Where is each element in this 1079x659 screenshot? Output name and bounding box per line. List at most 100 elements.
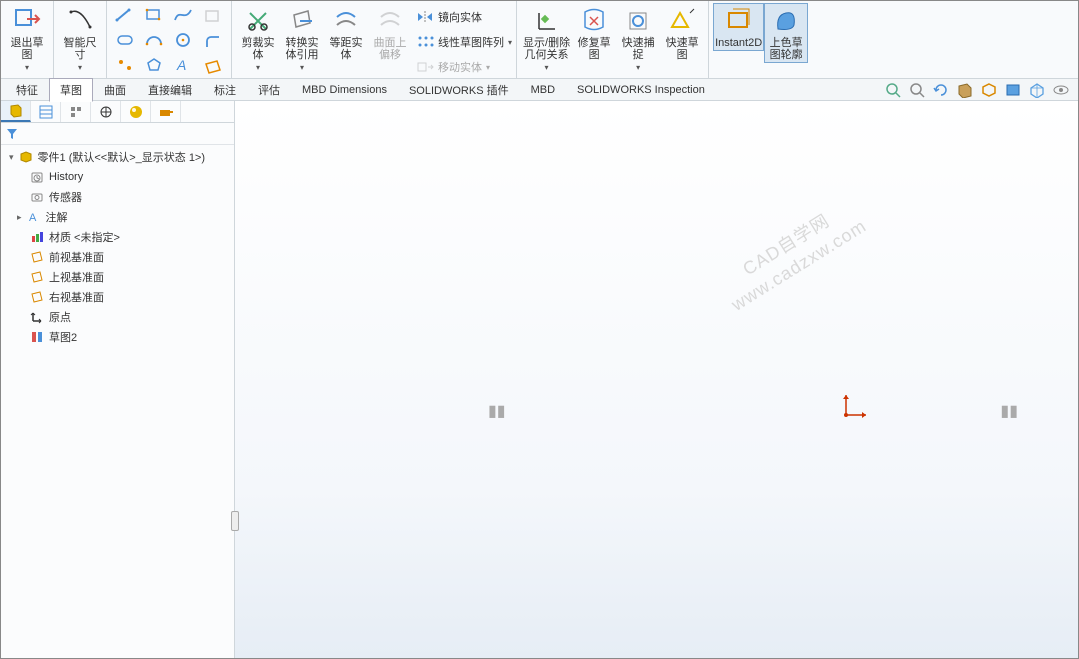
point-tool-button[interactable] [111, 53, 139, 77]
tab-mbd-dimensions[interactable]: MBD Dimensions [291, 80, 398, 100]
sensors-icon [29, 189, 45, 205]
instant2d-button[interactable]: Instant2D [713, 3, 764, 51]
fillet-tool-button[interactable] [199, 30, 227, 54]
sketch-origin-marker [840, 391, 870, 421]
history-icon [29, 169, 45, 185]
front-plane-label: 前视基准面 [49, 249, 104, 265]
origin-label: 原点 [49, 309, 71, 325]
tab-features[interactable]: 特征 [5, 78, 49, 102]
watermark-line1: CAD自学网 [714, 194, 858, 297]
tab-sketch[interactable]: 草图 [49, 78, 93, 102]
group-relations: 显示/删除 几何关系 ▾ 修复草 图 快速捕 捉 ▾ 快速草 图 [517, 1, 709, 79]
tab-evaluate[interactable]: 评估 [247, 78, 291, 102]
group-instant: Instant2D 上色草 图轮廓 [709, 1, 812, 79]
svg-text:A: A [29, 212, 37, 224]
edit-appearance-icon[interactable] [1052, 81, 1070, 99]
decorative-bars-left: ▮▮ [488, 401, 506, 421]
offset-icon [332, 7, 360, 35]
tree-root-part[interactable]: ▾ 零件1 (默认<<默认>_显示状态 1>) [1, 147, 234, 167]
part-name-label: 零件1 (默认<<默认>_显示状态 1>) [38, 149, 206, 165]
instant2d-icon [725, 7, 753, 35]
decorative-bars-right: ▮▮ [1000, 401, 1018, 421]
linear-pattern-button[interactable]: 线性草图阵列 ▾ [416, 30, 512, 54]
display-manager-tab[interactable] [121, 101, 151, 122]
tree-right-plane[interactable]: 右视基准面 [1, 287, 234, 307]
line-tool-button[interactable] [111, 3, 139, 27]
view-orientation-icon[interactable] [980, 81, 998, 99]
main-area: ▾ 零件1 (默认<<默认>_显示状态 1>) History 传感器 ▸ A … [1, 101, 1078, 658]
panel-splitter-handle[interactable] [231, 511, 239, 531]
tree-history[interactable]: History [1, 167, 234, 187]
tab-sw-addins[interactable]: SOLIDWORKS 插件 [398, 78, 520, 102]
trim-label: 剪裁实 体 [242, 37, 275, 61]
group-dimension: 智能尺 寸 ▾ [54, 1, 107, 79]
heads-up-view-toolbar [884, 77, 1070, 103]
configuration-manager-tab[interactable] [61, 101, 91, 122]
mirror-entities-button[interactable]: 镜向实体 [416, 5, 512, 29]
hide-show-icon[interactable] [1028, 81, 1046, 99]
quick-snap-button[interactable]: 快速捕 捉 ▾ [616, 3, 660, 74]
slot-tool-button[interactable] [111, 28, 139, 52]
tree-filter-row[interactable] [1, 123, 234, 145]
manager-tab-strip [1, 101, 234, 123]
command-manager-tabs: 特征 草图 曲面 直接编辑 标注 评估 MBD Dimensions SOLID… [1, 79, 1078, 101]
previous-view-icon[interactable] [932, 81, 950, 99]
watermark-line2: www.cadzxw.com [727, 214, 871, 317]
convert-label: 转换实 体引用 [286, 37, 319, 61]
tree-sketch2[interactable]: 草图2 [1, 327, 234, 347]
text-tool-button[interactable]: A [169, 53, 197, 77]
tree-origin[interactable]: 原点 [1, 307, 234, 327]
move-label: 移动实体 [438, 59, 482, 75]
feature-manager-tab[interactable] [1, 101, 31, 122]
spline-tool-button[interactable] [169, 3, 197, 27]
snap-icon [624, 7, 652, 35]
tab-mbd[interactable]: MBD [520, 80, 566, 100]
section-view-icon[interactable] [956, 81, 974, 99]
plane-tool-button[interactable] [199, 55, 227, 79]
svg-text:A: A [176, 57, 186, 73]
offset-entities-button[interactable]: 等距实 体 [324, 3, 368, 63]
polygon-tool-button[interactable] [140, 53, 168, 77]
smart-dimension-label: 智能尺 寸 [64, 37, 97, 61]
tree-annotations[interactable]: ▸ A 注解 [1, 207, 234, 227]
surface-offset-icon [376, 7, 404, 35]
shade-contour-button[interactable]: 上色草 图轮廓 [764, 3, 808, 63]
tab-markup[interactable]: 标注 [203, 78, 247, 102]
ellipse-tool-button[interactable] [199, 5, 227, 29]
show-relations-button[interactable]: 显示/删除 几何关系 ▾ [521, 3, 572, 74]
graphics-area[interactable]: CAD自学网 www.cadzxw.com ▮▮ ▮▮ [235, 101, 1078, 658]
cam-manager-tab[interactable] [151, 101, 181, 122]
tree-front-plane[interactable]: 前视基准面 [1, 247, 234, 267]
repair-sketch-button[interactable]: 修复草 图 [572, 3, 616, 63]
trim-button[interactable]: 剪裁实 体 ▾ [236, 3, 280, 74]
filter-icon [5, 127, 19, 141]
exit-sketch-button[interactable]: 退出草 图 ▾ [5, 3, 49, 74]
display-style-icon[interactable] [1004, 81, 1022, 99]
watermark-text: CAD自学网 www.cadzxw.com [714, 194, 871, 317]
tab-surfaces[interactable]: 曲面 [93, 78, 137, 102]
tree-top-plane[interactable]: 上视基准面 [1, 267, 234, 287]
repair-icon [580, 7, 608, 35]
tree-sensors[interactable]: 传感器 [1, 187, 234, 207]
dimxpert-manager-tab[interactable] [91, 101, 121, 122]
rectangle-tool-button[interactable] [140, 3, 168, 27]
arc-tool-button[interactable] [140, 28, 168, 52]
sensors-label: 传感器 [49, 189, 82, 205]
linear-pattern-label: 线性草图阵列 [438, 34, 504, 50]
property-manager-tab[interactable] [31, 101, 61, 122]
dropdown-caret-icon: ▾ [78, 63, 82, 72]
tab-sw-inspection[interactable]: SOLIDWORKS Inspection [566, 80, 716, 100]
smart-dimension-button[interactable]: 智能尺 寸 ▾ [58, 3, 102, 74]
zoom-fit-icon[interactable] [884, 81, 902, 99]
surface-offset-label: 曲面上 偏移 [374, 37, 407, 61]
rapid-sketch-button[interactable]: 快速草 图 [660, 3, 704, 63]
tree-material[interactable]: 材质 <未指定> [1, 227, 234, 247]
rapid-sketch-icon [668, 7, 696, 35]
circle-tool-button[interactable] [169, 28, 197, 52]
convert-entities-button[interactable]: 转换实 体引用 ▾ [280, 3, 324, 74]
tab-direct-edit[interactable]: 直接编辑 [137, 78, 203, 102]
ribbon-toolbar: 退出草 图 ▾ 智能尺 寸 ▾ A [1, 1, 1078, 79]
zoom-area-icon[interactable] [908, 81, 926, 99]
surface-offset-button: 曲面上 偏移 [368, 3, 412, 63]
smart-dimension-icon [66, 7, 94, 35]
